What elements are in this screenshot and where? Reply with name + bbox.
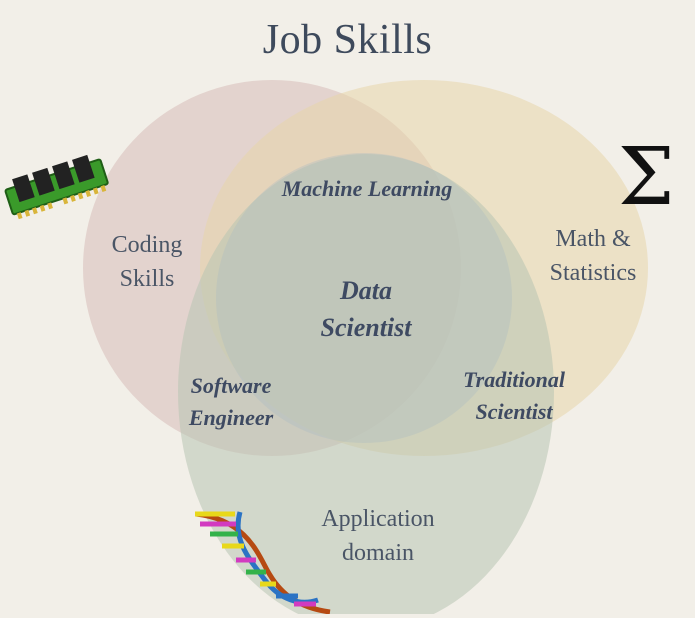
data-scientist-label: Data Scientist <box>320 276 412 342</box>
machine-learning-label: Machine Learning <box>281 176 453 201</box>
venn-diagram: Job Skills Σ Coding Skills Math & Statis… <box>0 0 695 618</box>
coding-skills-label: Coding Skills <box>111 232 183 292</box>
page-title: Job Skills <box>262 17 433 63</box>
math-statistics-label: Math & Statistics <box>549 226 637 286</box>
application-domain-label: Application domain <box>321 506 435 566</box>
traditional-scientist-label: Traditional Scientist <box>463 367 565 424</box>
software-engineer-label: Software Engineer <box>188 373 274 430</box>
sigma-icon: Σ <box>618 130 675 223</box>
